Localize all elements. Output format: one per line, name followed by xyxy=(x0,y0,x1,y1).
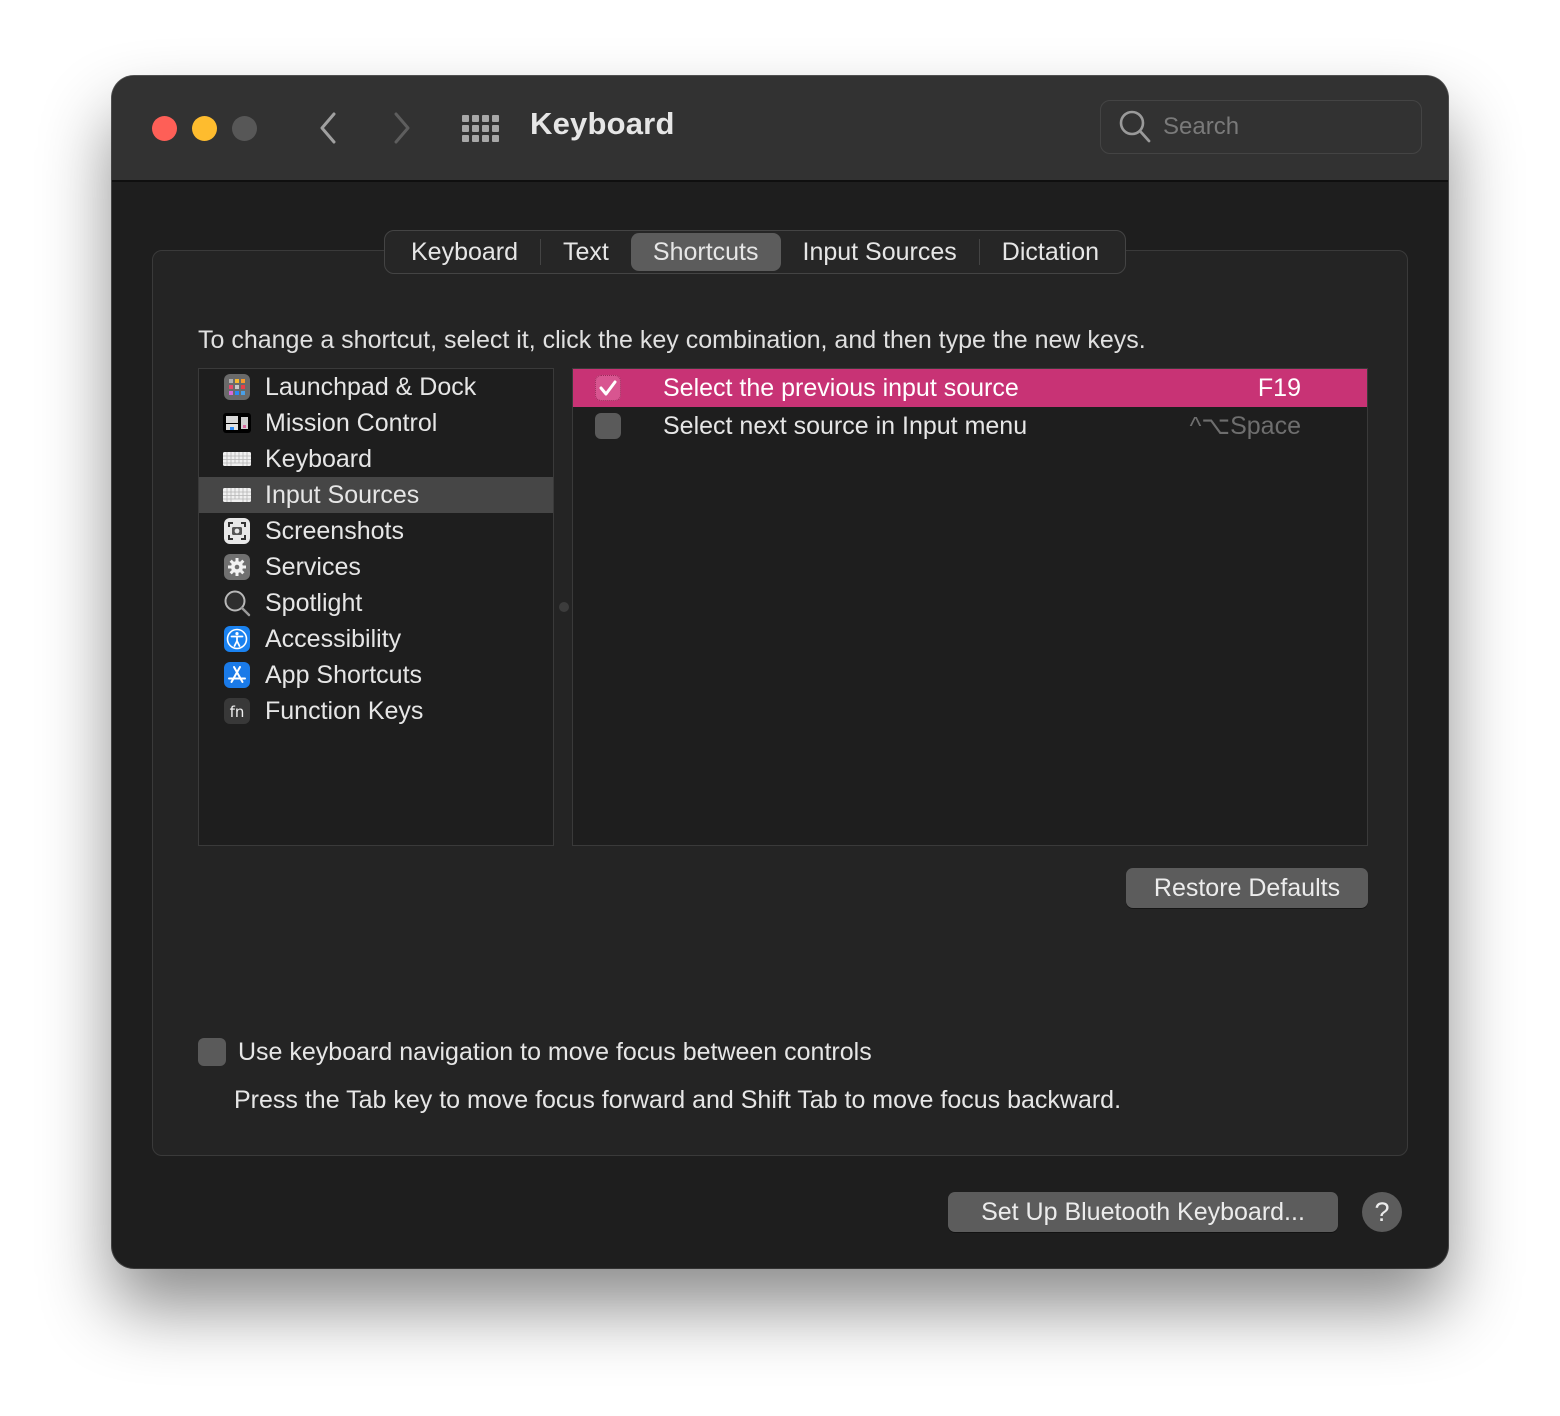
gear-icon xyxy=(223,553,251,581)
search-input[interactable] xyxy=(1161,112,1395,142)
restore-defaults-button[interactable]: Restore Defaults xyxy=(1126,868,1368,908)
category-label: Services xyxy=(265,552,361,581)
category-item-launchpad-dock[interactable]: Launchpad & Dock xyxy=(199,369,553,405)
grid-icon xyxy=(472,124,479,132)
category-label: Screenshots xyxy=(265,516,404,545)
keyboard-navigation-hint: Press the Tab key to move focus forward … xyxy=(234,1086,1122,1114)
tab-keyboard[interactable]: Keyboard xyxy=(389,233,540,271)
search-icon xyxy=(1119,110,1151,143)
magnifier-icon xyxy=(223,589,251,617)
tab-input-sources[interactable]: Input Sources xyxy=(781,233,979,271)
keyboard-icon xyxy=(223,445,251,473)
bluetooth-keyboard-button[interactable]: Set Up Bluetooth Keyboard... xyxy=(948,1192,1338,1232)
window-title: Keyboard xyxy=(530,106,675,141)
accessibility-icon xyxy=(223,625,251,653)
chevron-left-icon xyxy=(320,112,336,144)
tab-dictation[interactable]: Dictation xyxy=(980,233,1121,271)
shortcut-row[interactable]: Select the previous input source F19 xyxy=(573,369,1367,407)
category-item-spotlight[interactable]: Spotlight xyxy=(199,585,553,621)
category-item-accessibility[interactable]: Accessibility xyxy=(199,621,553,657)
category-item-mission-control[interactable]: Mission Control xyxy=(199,405,553,441)
category-list[interactable]: Launchpad & Dock Mission Control Keyboar… xyxy=(198,368,554,846)
keyboard-navigation-label[interactable]: Use keyboard navigation to move focus be… xyxy=(238,1038,872,1067)
category-label: Spotlight xyxy=(265,588,363,617)
tab-shortcuts[interactable]: Shortcuts xyxy=(630,233,781,271)
tab-text[interactable]: Text xyxy=(541,233,631,271)
shortcut-checkbox[interactable] xyxy=(595,413,621,439)
grid-icon xyxy=(462,114,469,122)
category-item-app-shortcuts[interactable]: App Shortcuts xyxy=(199,657,553,693)
checkmark-icon xyxy=(599,380,617,396)
grid-icon xyxy=(492,134,499,142)
split-view-handle[interactable] xyxy=(559,602,569,612)
fn-icon: fn xyxy=(223,697,251,725)
chevron-right-icon xyxy=(394,112,410,144)
minimize-button[interactable] xyxy=(192,116,217,141)
shortcut-list[interactable]: Select the previous input source F19 Sel… xyxy=(572,368,1368,846)
shortcut-label: Select next source in Input menu xyxy=(663,411,1028,440)
grid-icon xyxy=(472,114,479,122)
tab-bar: Keyboard Text Shortcuts Input Sources Di… xyxy=(384,230,1127,274)
grid-icon xyxy=(482,134,489,142)
category-label: Input Sources xyxy=(265,480,420,509)
category-label: Keyboard xyxy=(265,444,373,473)
mission-control-icon xyxy=(223,409,251,437)
category-label: Mission Control xyxy=(265,408,438,437)
category-label: Accessibility xyxy=(265,624,402,653)
search-field[interactable] xyxy=(1100,100,1422,154)
shortcut-key[interactable]: ^⌥Space xyxy=(1190,411,1301,441)
keyboard-navigation-checkbox[interactable] xyxy=(198,1038,226,1066)
launchpad-icon xyxy=(223,373,251,401)
grid-icon xyxy=(482,114,489,122)
zoom-button xyxy=(232,116,257,141)
keyboard-icon xyxy=(223,481,251,509)
system-preferences-window: Keyboard Keyboard Text Shortcuts Input S… xyxy=(112,76,1448,1268)
category-item-services[interactable]: Services xyxy=(199,549,553,585)
show-all-button[interactable] xyxy=(462,112,502,144)
grid-icon xyxy=(472,134,479,142)
grid-icon xyxy=(462,124,469,132)
svg-text:fn: fn xyxy=(230,703,245,721)
grid-icon xyxy=(462,134,469,142)
category-label: Launchpad & Dock xyxy=(265,372,477,401)
shortcut-checkbox[interactable] xyxy=(595,375,621,401)
screenshot-icon xyxy=(223,517,251,545)
category-item-input-sources[interactable]: Input Sources xyxy=(199,477,553,513)
app-store-icon xyxy=(223,661,251,689)
grid-icon xyxy=(492,124,499,132)
category-label: Function Keys xyxy=(265,696,424,725)
grid-icon xyxy=(482,124,489,132)
category-item-screenshots[interactable]: Screenshots xyxy=(199,513,553,549)
category-item-keyboard[interactable]: Keyboard xyxy=(199,441,553,477)
forward-button[interactable] xyxy=(382,108,422,148)
shortcut-label: Select the previous input source xyxy=(663,373,1019,402)
instruction-text: To change a shortcut, select it, click t… xyxy=(198,326,1146,354)
shortcut-row[interactable]: Select next source in Input menu ^⌥Space xyxy=(573,407,1367,445)
close-button[interactable] xyxy=(152,116,177,141)
category-label: App Shortcuts xyxy=(265,660,423,689)
back-button[interactable] xyxy=(308,108,348,148)
title-bar: Keyboard xyxy=(112,76,1448,182)
help-button[interactable]: ? xyxy=(1362,1192,1402,1232)
category-item-function-keys[interactable]: fn Function Keys xyxy=(199,693,553,729)
grid-icon xyxy=(492,114,499,122)
shortcut-key[interactable]: F19 xyxy=(1258,374,1301,403)
